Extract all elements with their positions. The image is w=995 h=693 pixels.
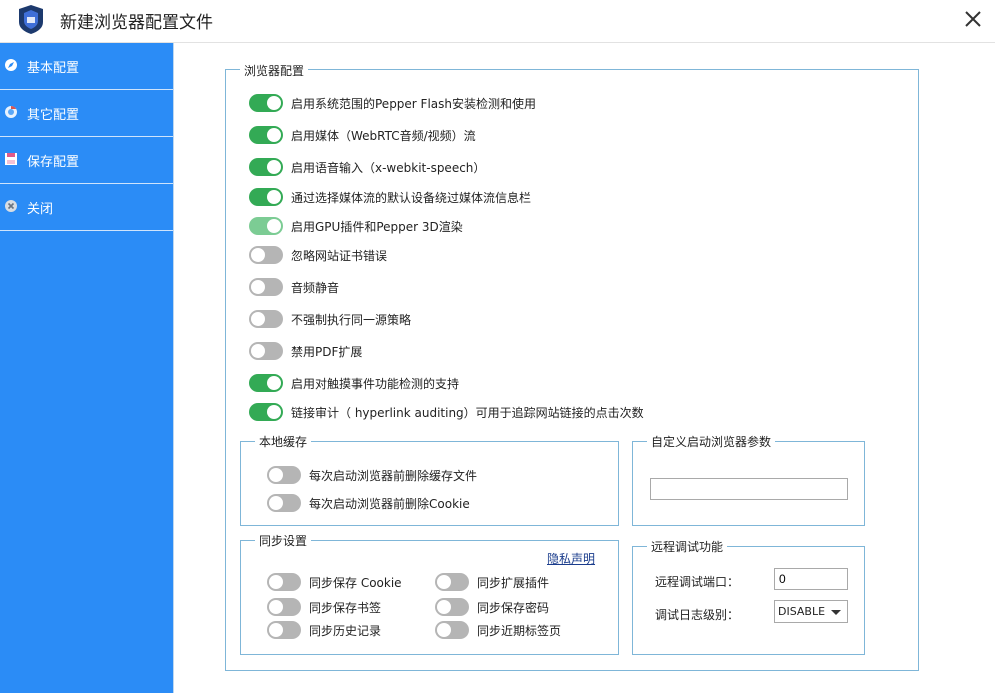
toggle-switch[interactable] — [249, 278, 283, 296]
compass-icon — [4, 58, 18, 72]
option-label: 链接审计（ hyperlink auditing）可用于追踪网站链接的点击次数 — [291, 406, 644, 420]
option-label: 启用对触摸事件功能检测的支持 — [291, 377, 460, 391]
toggle-switch[interactable] — [249, 217, 283, 235]
save-icon — [4, 152, 18, 166]
option-label: 同步保存 Cookie — [309, 576, 402, 590]
toggle-switch[interactable] — [267, 621, 301, 639]
toggle-switch[interactable] — [249, 374, 283, 392]
content-panel: 浏览器配置 启用系统范围的Pepper Flash安装检测和使用 启用媒体（We… — [173, 43, 995, 693]
close-icon[interactable] — [958, 4, 988, 34]
sidebar: 基本配置 其它配置 保存配置 关闭 — [0, 43, 173, 693]
local-cache-legend: 本地缓存 — [255, 433, 312, 450]
option-label: 通过选择媒体流的默认设备绕过媒体流信息栏 — [291, 191, 532, 205]
toggle-switch[interactable] — [249, 310, 283, 328]
debug-port-input[interactable] — [774, 568, 848, 590]
option-label: 每次启动浏览器前删除缓存文件 — [309, 469, 478, 483]
close-circle-icon — [4, 199, 18, 213]
app-logo-icon — [18, 4, 44, 35]
toggle-switch[interactable] — [267, 494, 301, 512]
debug-log-level-label: 调试日志级别： — [655, 608, 740, 622]
toggle-switch[interactable] — [267, 466, 301, 484]
toggle-switch[interactable] — [249, 342, 283, 360]
option-label: 同步保存书签 — [309, 601, 382, 615]
toggle-switch[interactable] — [435, 573, 469, 591]
sidebar-item-label: 保存配置 — [27, 155, 80, 170]
custom-args-input[interactable] — [650, 478, 848, 500]
option-label: 禁用PDF扩展 — [291, 345, 363, 359]
toggle-switch[interactable] — [249, 158, 283, 176]
sidebar-item-basic-config[interactable]: 基本配置 — [0, 43, 173, 90]
debug-log-level-select[interactable]: DISABLE — [774, 600, 848, 623]
option-label: 同步历史记录 — [309, 624, 382, 638]
sidebar-item-label: 基本配置 — [27, 61, 80, 76]
option-label: 每次启动浏览器前删除Cookie — [309, 497, 470, 511]
toggle-switch[interactable] — [249, 94, 283, 112]
window-title: 新建浏览器配置文件 — [60, 13, 213, 33]
toggle-switch[interactable] — [267, 573, 301, 591]
remote-debug-legend: 远程调试功能 — [647, 538, 728, 555]
sidebar-item-close[interactable]: 关闭 — [0, 184, 173, 231]
option-label: 启用GPU插件和Pepper 3D渲染 — [291, 220, 463, 234]
toggle-switch[interactable] — [249, 188, 283, 206]
option-label: 启用系统范围的Pepper Flash安装检测和使用 — [291, 97, 537, 111]
toggle-switch[interactable] — [249, 246, 283, 264]
option-label: 同步保存密码 — [477, 601, 550, 615]
sidebar-item-label: 关闭 — [27, 202, 54, 217]
privacy-statement-link[interactable]: 隐私声明 — [547, 550, 595, 567]
toggle-switch[interactable] — [435, 621, 469, 639]
sidebar-item-save-config[interactable]: 保存配置 — [0, 137, 173, 184]
chrome-icon — [4, 105, 18, 119]
option-label: 音频静音 — [291, 281, 340, 295]
chevron-down-icon — [831, 610, 841, 615]
toggle-switch[interactable] — [267, 598, 301, 616]
sidebar-item-label: 其它配置 — [27, 108, 80, 123]
title-bar: 新建浏览器配置文件 — [0, 0, 995, 43]
browser-config-legend: 浏览器配置 — [240, 62, 309, 79]
option-label: 不强制执行同一源策略 — [291, 313, 412, 327]
option-label: 同步近期标签页 — [477, 624, 562, 638]
select-value: DISABLE — [778, 605, 826, 618]
toggle-switch[interactable] — [249, 403, 283, 421]
sync-settings-legend: 同步设置 — [255, 532, 312, 549]
option-label: 同步扩展插件 — [477, 576, 550, 590]
toggle-switch[interactable] — [435, 598, 469, 616]
toggle-switch[interactable] — [249, 126, 283, 144]
custom-args-legend: 自定义启动浏览器参数 — [647, 433, 776, 450]
option-label: 启用媒体（WebRTC音频/视频）流 — [291, 129, 476, 143]
sidebar-item-other-config[interactable]: 其它配置 — [0, 90, 173, 137]
option-label: 启用语音输入（x-webkit-speech） — [291, 161, 486, 175]
option-label: 忽略网站证书错误 — [291, 249, 388, 263]
debug-port-label: 远程调试端口： — [655, 575, 740, 589]
